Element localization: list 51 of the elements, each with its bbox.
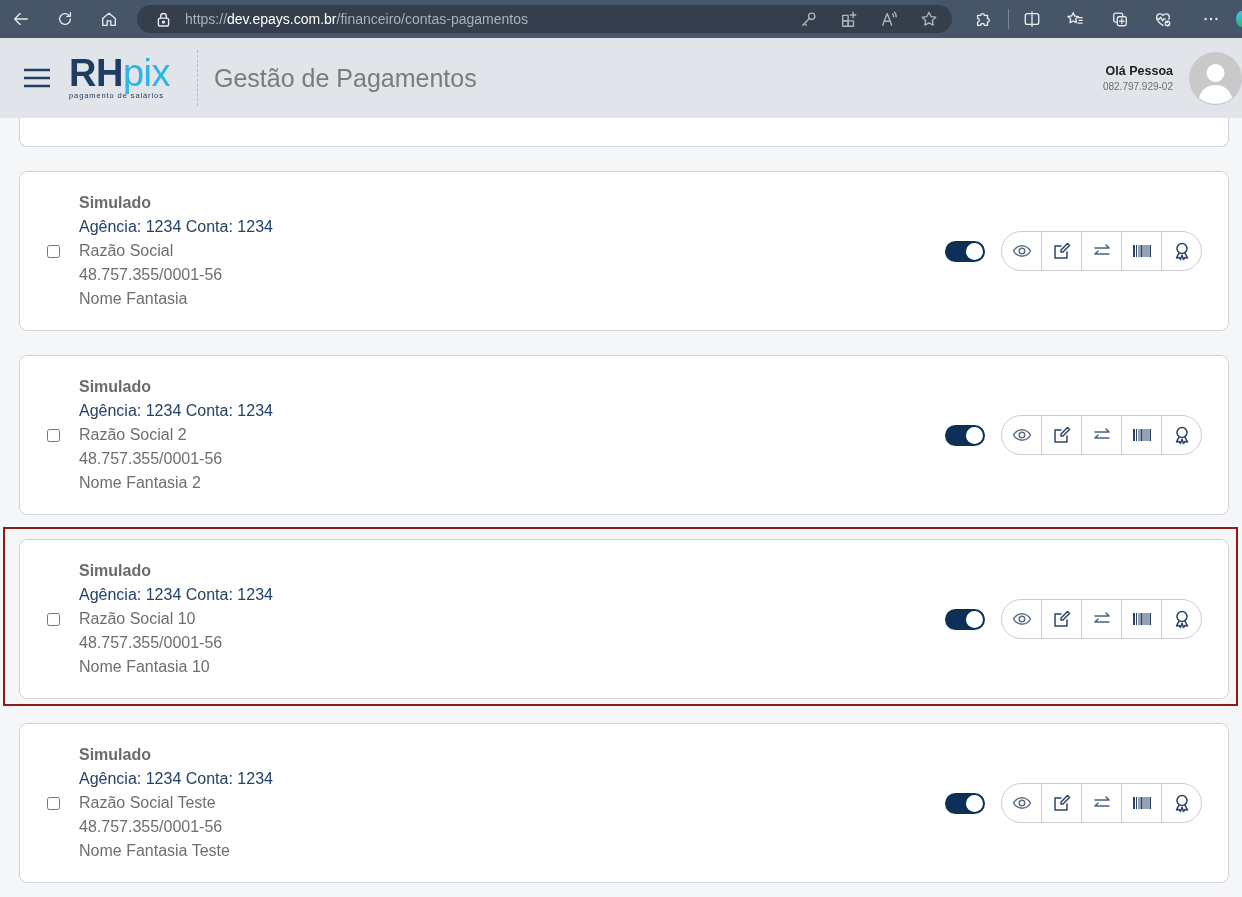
bank-name: Simulado [79,745,151,765]
bank-name: Simulado [79,561,151,581]
trade-name: Nome Fantasia 2 [79,473,201,493]
row-checkbox[interactable] [47,796,60,810]
menu-icon[interactable] [24,68,50,88]
url-text: https://dev.epays.com.br/financeiro/contas-pagamentos [185,11,528,27]
status-toggle[interactable] [945,608,985,630]
user-greeting: Olá Pessoa [1105,64,1173,78]
cnpj-text: 48.757.355/0001-56 [79,633,223,653]
edit-icon [1051,241,1072,261]
puzzle-icon[interactable] [974,10,992,28]
cnpj-text: 48.757.355/0001-56 [79,265,223,285]
company-name: Razão Social [79,241,174,261]
cnpj-text: 48.757.355/0001-56 [79,449,223,469]
bank-name: Simulado [79,377,151,397]
agency-account-text: Agência: 1234 Conta: 1234 [79,217,273,237]
trade-name: Nome Fantasia Teste [79,841,230,861]
edit-icon [1051,793,1072,813]
cnpj-text: 48.757.355/0001-56 [79,817,223,837]
edit-icon [1051,425,1072,445]
app-grid-icon[interactable] [840,10,858,28]
gradient-icon[interactable] [1236,10,1242,28]
collections-icon[interactable] [1111,10,1129,28]
edit-icon [1051,609,1072,629]
split-screen-icon[interactable] [1023,10,1041,28]
page-title: Gestão de Pagamentos [214,63,477,93]
row-checkbox[interactable] [47,612,60,626]
address-bar[interactable]: https://dev.epays.com.br/financeiro/contas-pagamentos [137,5,952,33]
status-toggle[interactable] [945,240,985,262]
company-name: Razão Social Teste [79,793,216,813]
status-toggle[interactable] [945,424,985,446]
back-icon[interactable] [12,10,30,28]
star-icon[interactable] [920,10,938,28]
read-aloud-icon[interactable] [880,10,898,28]
lock-icon[interactable] [157,11,170,27]
agency-account-text: Agência: 1234 Conta: 1234 [79,401,273,421]
company-name: Razão Social 2 [79,425,187,445]
trade-name: Nome Fantasia 10 [79,657,210,677]
user-document: 082.797.929-02 [1102,81,1173,92]
key-icon[interactable] [800,10,818,28]
row-checkbox[interactable] [47,428,60,442]
agency-account-text: Agência: 1234 Conta: 1234 [79,769,273,789]
heart-pulse-icon[interactable] [1154,10,1172,28]
row-checkbox[interactable] [47,244,60,258]
status-toggle[interactable] [945,792,985,814]
trade-name: Nome Fantasia [79,289,188,309]
refresh-icon[interactable] [56,10,74,28]
company-name: Razão Social 10 [79,609,196,629]
bank-name: Simulado [79,193,151,213]
agency-account-text: Agência: 1234 Conta: 1234 [79,585,273,605]
home-icon[interactable] [100,10,118,28]
